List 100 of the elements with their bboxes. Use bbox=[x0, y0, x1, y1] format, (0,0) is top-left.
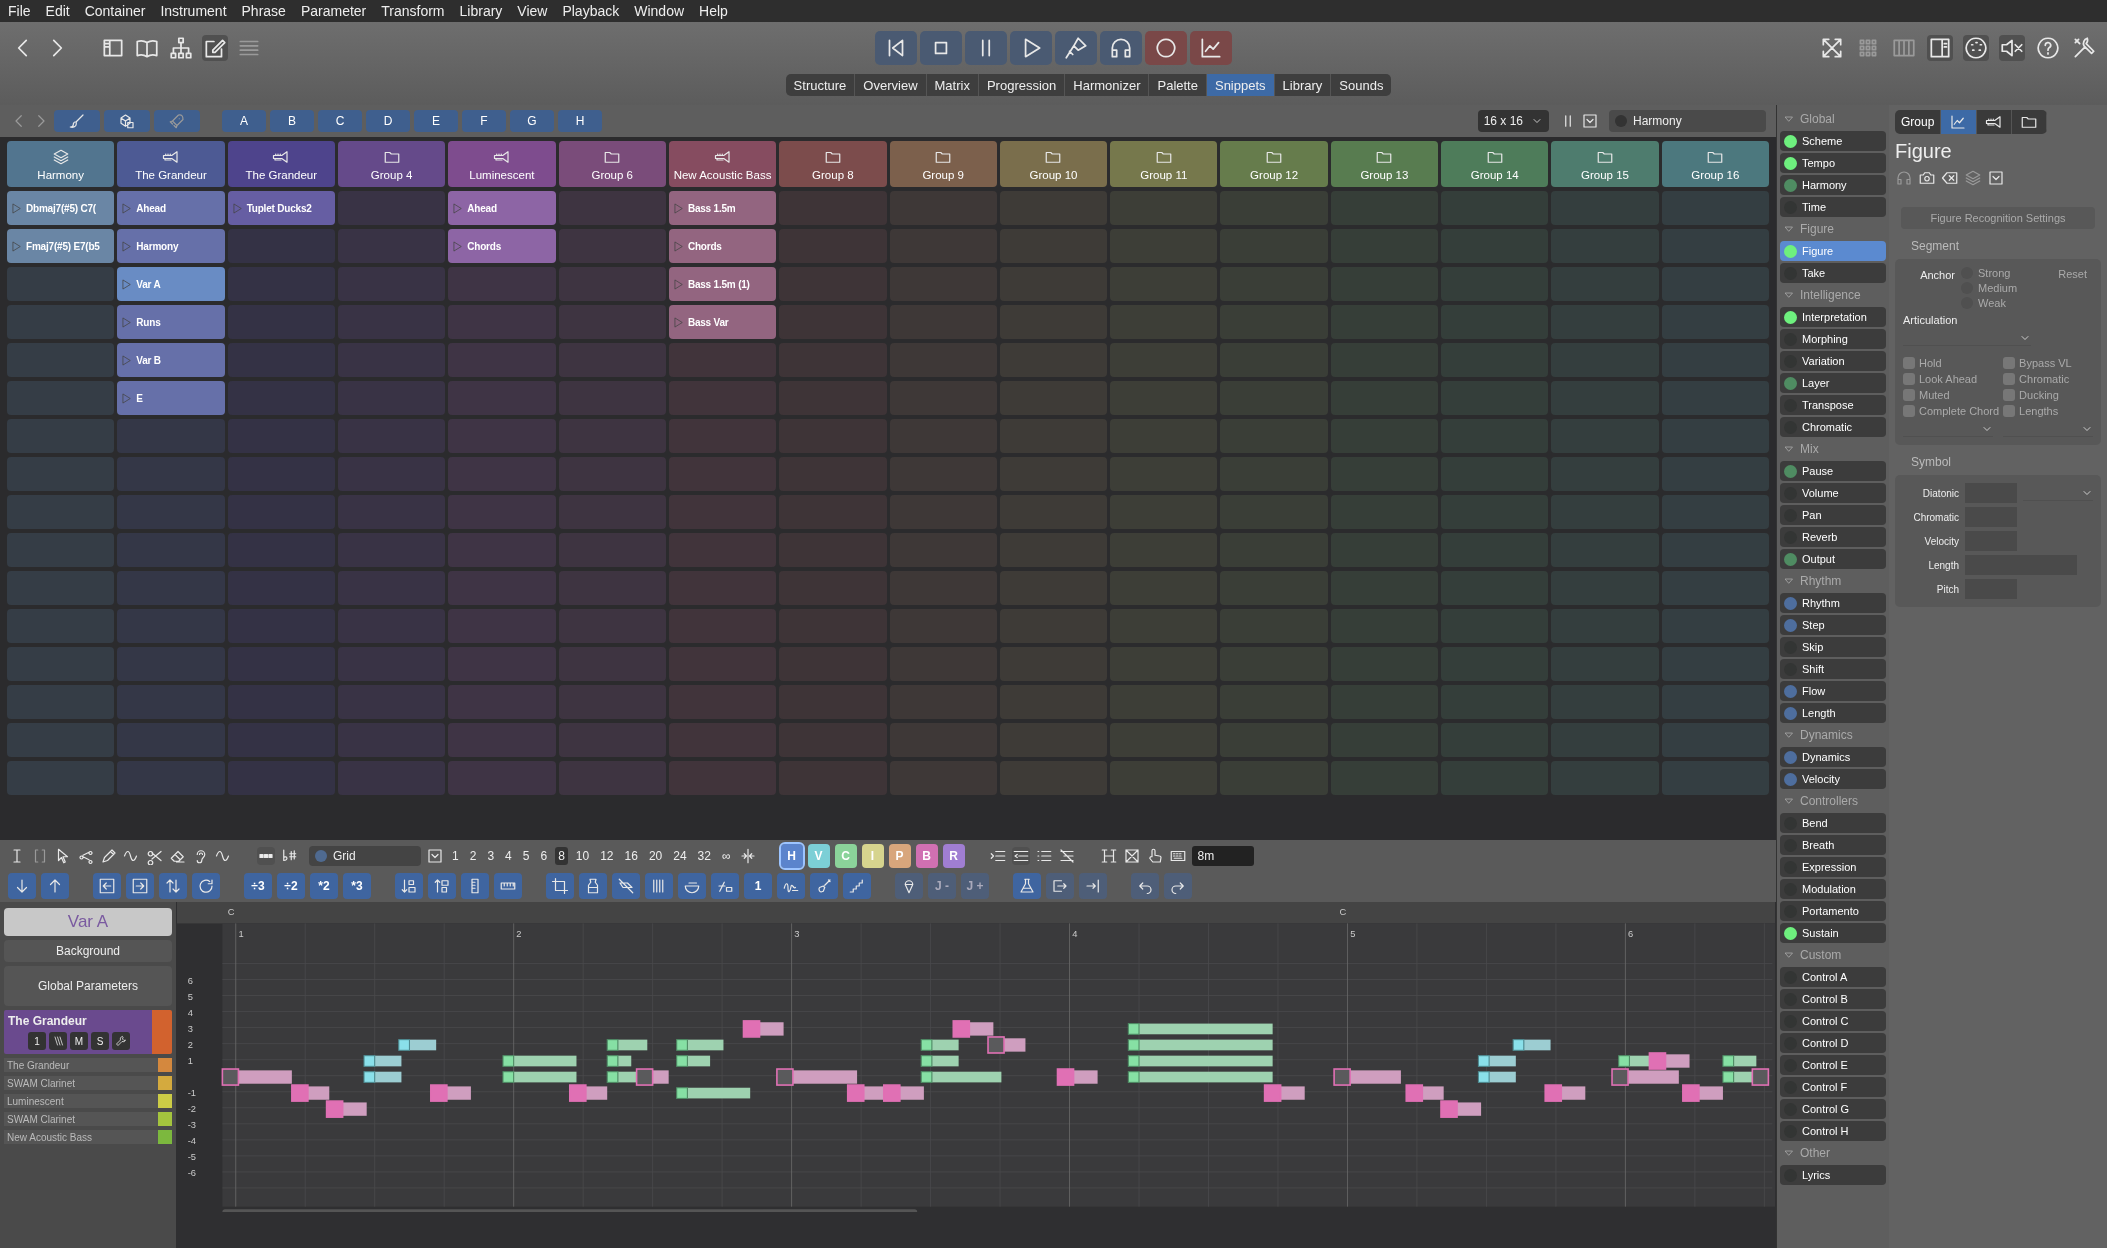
sidebar-item[interactable]: Rhythm bbox=[1780, 593, 1886, 613]
grid-value[interactable]: ∞ bbox=[718, 847, 734, 865]
layers-icon[interactable] bbox=[1964, 169, 1982, 187]
empty-slot[interactable] bbox=[337, 533, 446, 567]
empty-slot[interactable] bbox=[117, 457, 225, 491]
group-header[interactable]: Harmony bbox=[7, 141, 115, 187]
snippet-clip[interactable]: Bass 1.5m (1) bbox=[668, 267, 777, 301]
sidebar-item[interactable]: Figure bbox=[1780, 241, 1886, 261]
empty-slot[interactable] bbox=[448, 647, 556, 681]
track-button[interactable]: S bbox=[91, 1032, 109, 1050]
sidebar-item[interactable]: Scheme bbox=[1780, 131, 1886, 151]
menu-item[interactable]: View bbox=[517, 3, 548, 19]
snippet-clip[interactable]: Fmaj7(#5) E7(b5 bbox=[7, 229, 115, 263]
empty-slot[interactable] bbox=[117, 761, 225, 795]
sort-down-button[interactable] bbox=[395, 873, 423, 899]
grid-value[interactable]: 4 bbox=[502, 847, 515, 865]
empty-slot[interactable] bbox=[337, 685, 446, 719]
empty-slot[interactable] bbox=[227, 571, 335, 605]
dice-button[interactable] bbox=[104, 110, 150, 132]
empty-slot[interactable] bbox=[7, 761, 115, 795]
track-row[interactable]: The Grandeur bbox=[4, 1058, 172, 1072]
sidebar-item[interactable]: Control H bbox=[1780, 1121, 1886, 1141]
sidebar-item[interactable]: Control G bbox=[1780, 1099, 1886, 1119]
sidebar-item[interactable]: Control C bbox=[1780, 1011, 1886, 1031]
sidebar-item[interactable]: Interpretation bbox=[1780, 307, 1886, 327]
group-header[interactable]: Group 13 bbox=[1330, 141, 1439, 187]
brush-button[interactable] bbox=[54, 110, 100, 132]
delete-key-icon[interactable] bbox=[1941, 169, 1959, 187]
stairs-button[interactable] bbox=[843, 873, 871, 899]
h-beam-icon[interactable] bbox=[1099, 847, 1118, 865]
menu-item[interactable]: Transform bbox=[381, 3, 445, 19]
arrow-up-button[interactable] bbox=[41, 873, 69, 899]
empty-slot[interactable] bbox=[337, 571, 446, 605]
empty-slot[interactable] bbox=[337, 267, 446, 301]
group-header[interactable]: Group 9 bbox=[889, 141, 997, 187]
record-button[interactable] bbox=[1145, 31, 1187, 65]
length-field[interactable]: 8m bbox=[1191, 846, 1254, 866]
empty-slot[interactable] bbox=[337, 419, 446, 453]
empty-slot[interactable] bbox=[7, 533, 115, 567]
redo-button[interactable] bbox=[1164, 873, 1192, 899]
tools-icon[interactable] bbox=[2071, 35, 2097, 61]
track-button[interactable]: 1 bbox=[28, 1032, 46, 1050]
grid-value[interactable]: 16 bbox=[621, 847, 641, 865]
snippet-clip[interactable]: Dbmaj7(#5) C7( bbox=[7, 191, 115, 225]
sidebar-item[interactable]: Morphing bbox=[1780, 329, 1886, 349]
harmony-field[interactable]: Harmony bbox=[1609, 110, 1766, 132]
sidebar-item[interactable]: Pause bbox=[1780, 461, 1886, 481]
empty-slot[interactable] bbox=[448, 685, 556, 719]
background-select[interactable]: Background bbox=[4, 940, 172, 962]
headphones-button[interactable] bbox=[1100, 31, 1142, 65]
ice-cream-button[interactable] bbox=[895, 873, 923, 899]
view-tab[interactable]: Matrix bbox=[926, 74, 979, 96]
grid-value[interactable]: 3 bbox=[484, 847, 498, 865]
sidebar-item[interactable]: Shift bbox=[1780, 659, 1886, 679]
view-tab[interactable]: Progression bbox=[978, 74, 1066, 96]
empty-slot[interactable] bbox=[448, 723, 556, 757]
global-parameters-button[interactable]: Global Parameters bbox=[4, 966, 172, 1006]
section-button[interactable]: A bbox=[222, 110, 266, 132]
sidebar-item[interactable]: Control D bbox=[1780, 1033, 1886, 1053]
empty-slot[interactable] bbox=[448, 761, 556, 795]
empty-slot[interactable] bbox=[337, 723, 446, 757]
grid-value[interactable]: 12 bbox=[597, 847, 617, 865]
step-button[interactable]: *2 bbox=[310, 873, 338, 899]
empty-slot[interactable] bbox=[227, 495, 335, 529]
sidebar-item[interactable]: Time bbox=[1780, 197, 1886, 217]
grid-value[interactable]: 5 bbox=[519, 847, 533, 865]
wrench-button[interactable] bbox=[112, 1032, 130, 1050]
sidebar-item[interactable]: Flow bbox=[1780, 681, 1886, 701]
pause-button[interactable] bbox=[965, 31, 1007, 65]
track-row[interactable]: Luminescent bbox=[4, 1094, 172, 1108]
bowl-button[interactable] bbox=[678, 873, 706, 899]
menu-item[interactable]: Playback bbox=[562, 3, 620, 19]
snippet-clip[interactable]: Ahead bbox=[448, 191, 556, 225]
skip-back-button[interactable] bbox=[875, 31, 917, 65]
section-button[interactable]: D bbox=[366, 110, 410, 132]
group-header[interactable]: Group 16 bbox=[1661, 141, 1769, 187]
section-button[interactable]: C bbox=[318, 110, 362, 132]
sidebar-item[interactable]: Transpose bbox=[1780, 395, 1886, 415]
empty-slot[interactable] bbox=[448, 571, 556, 605]
palette-icon[interactable] bbox=[1963, 35, 1989, 61]
group-header[interactable]: Group 11 bbox=[1110, 141, 1218, 187]
empty-slot[interactable] bbox=[227, 229, 335, 263]
section-button[interactable]: G bbox=[510, 110, 554, 132]
view-tab[interactable]: Snippets bbox=[1206, 74, 1275, 96]
empty-slot[interactable] bbox=[448, 305, 556, 339]
grid-size-select[interactable]: 16 x 16 bbox=[1477, 110, 1549, 132]
speaker-muted-icon[interactable] bbox=[1999, 35, 2025, 61]
headphones-icon[interactable] bbox=[1895, 169, 1913, 187]
step-button[interactable]: ÷3 bbox=[244, 873, 272, 899]
hatch-button[interactable] bbox=[49, 1032, 67, 1050]
sidebar-item[interactable]: Dynamics bbox=[1780, 747, 1886, 767]
scribble-button[interactable] bbox=[777, 873, 805, 899]
group-header[interactable]: Luminescent bbox=[448, 141, 556, 187]
menu-item[interactable]: Instrument bbox=[160, 3, 227, 19]
camera-icon[interactable] bbox=[1918, 169, 1936, 187]
sidebar-item[interactable]: Portamento bbox=[1780, 901, 1886, 921]
sidebar-item[interactable]: Take bbox=[1780, 263, 1886, 283]
group-header[interactable]: Group 8 bbox=[779, 141, 887, 187]
empty-slot[interactable] bbox=[448, 267, 556, 301]
section-button[interactable]: B bbox=[270, 110, 314, 132]
